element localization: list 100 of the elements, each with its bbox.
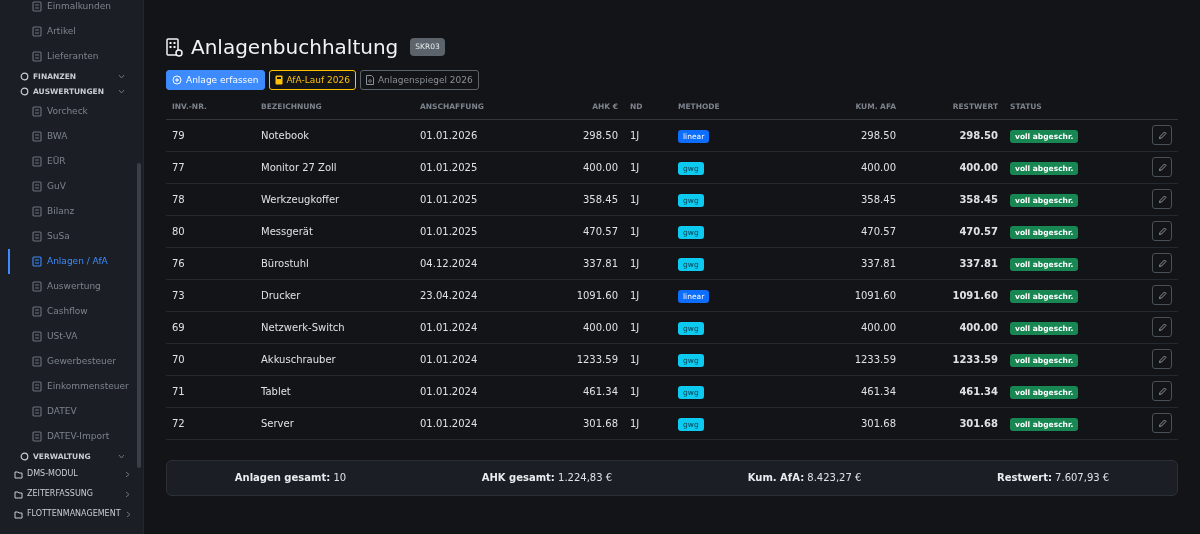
table-cell: 1J [624,151,672,183]
table-cell: Drucker [255,279,414,311]
table-cell: 298.50 [544,119,624,151]
document-icon [32,256,42,267]
table-cell: 461.34 [544,375,624,407]
pencil-icon [1157,386,1167,396]
sidebar-item[interactable]: SuSa [8,224,143,249]
toolbar-button[interactable]: Anlage erfassen [166,70,265,90]
table-cell: 470.57 [770,215,902,247]
table-cell: 470.57 [544,215,624,247]
table-cell: 400.00 [770,151,902,183]
table-cell: 301.68 [902,407,1004,439]
sidebar-item[interactable]: Einkommensteuer [8,374,143,399]
edit-button[interactable] [1152,157,1172,177]
table-cell: 01.01.2024 [414,407,544,439]
sidebar-item[interactable]: GuV [8,174,143,199]
table-cell: 400.00 [544,151,624,183]
table-cell: Messgerät [255,215,414,247]
sidebar-item[interactable]: Lieferanten [8,44,143,69]
table-cell: 358.45 [544,183,624,215]
circle-icon [20,452,29,461]
sidebar-group[interactable]: FLOTTENMANAGEMENT [0,504,143,524]
sidebar-item[interactable]: DATEV-Import [8,424,143,449]
table-cell: Notebook [255,119,414,151]
table-cell: 01.01.2026 [414,119,544,151]
document-icon [32,356,42,367]
table-cell: 01.01.2024 [414,375,544,407]
sidebar-item[interactable]: DATEV [8,399,143,424]
document-icon [32,381,42,392]
table-cell: 337.81 [902,247,1004,279]
pencil-icon [1157,418,1167,428]
chevron-icon [118,453,125,460]
table-cell: 1233.59 [902,343,1004,375]
document-icon [32,1,42,12]
edit-button[interactable] [1152,285,1172,305]
edit-button[interactable] [1152,125,1172,145]
edit-button[interactable] [1152,381,1172,401]
summary-total: AHK gesamt: 1.224,83 € [481,471,613,485]
toolbar-button[interactable]: AfA-Lauf 2026 [268,70,356,90]
sidebar-item[interactable]: USt-VA [8,324,143,349]
table-cell: 470.57 [902,215,1004,247]
pencil-icon [1157,354,1167,364]
table-cell: 358.45 [902,183,1004,215]
document-icon [32,131,42,142]
chevron-icon [124,470,131,478]
table-cell: 1091.60 [544,279,624,311]
table-cell: 1J [624,311,672,343]
table-cell: 77 [166,151,255,183]
scrollbar-thumb[interactable] [137,163,141,468]
table-cell: Netzwerk-Switch [255,311,414,343]
sidebar-item[interactable]: Bilanz [8,199,143,224]
table-cell: 01.01.2025 [414,215,544,247]
pencil-icon [1157,130,1167,140]
table-cell: 1J [624,215,672,247]
table-cell: 1J [624,343,672,375]
edit-button[interactable] [1152,221,1172,241]
sidebar-item[interactable]: Cashflow [8,299,143,324]
summary-total: Kum. AfA: 8.423,27 € [747,471,862,485]
chevron-icon [124,510,132,518]
table-cell: 1J [624,407,672,439]
plus-circle-icon [172,75,182,85]
pencil-icon [1157,258,1167,268]
edit-button[interactable] [1152,253,1172,273]
sidebar-item[interactable]: BWA [8,124,143,149]
document-icon [32,406,42,417]
table-cell: 01.01.2024 [414,311,544,343]
edit-button[interactable] [1152,413,1172,433]
edit-button[interactable] [1152,189,1172,209]
table-cell: 298.50 [902,119,1004,151]
table-cell: 1J [624,375,672,407]
building-icon [166,37,183,57]
table-cell: 400.00 [902,151,1004,183]
table-cell: 1233.59 [544,343,624,375]
document-icon [32,51,42,62]
sidebar-item[interactable]: EÜR [8,149,143,174]
table-cell: Server [255,407,414,439]
sidebar-group[interactable]: DMS-MODUL [0,464,143,484]
table-cell: 04.12.2024 [414,247,544,279]
sidebar-item[interactable]: Vorcheck [8,99,143,124]
sidebar-item[interactable]: Gewerbesteuer [8,349,143,374]
table-cell: 1091.60 [770,279,902,311]
page-title: Anlagenbuchhaltung [191,34,399,61]
sidebar-item[interactable]: Einmalkunden [8,0,143,19]
toolbar-button[interactable]: Anlagenspiegel 2026 [359,70,479,90]
table-cell: 400.00 [902,311,1004,343]
table-cell: 1J [624,247,672,279]
table-cell: 1J [624,119,672,151]
sidebar-item[interactable]: Auswertung [8,274,143,299]
edit-button[interactable] [1152,349,1172,369]
table-cell: 461.34 [770,375,902,407]
table-cell: 1091.60 [902,279,1004,311]
table-cell: 298.50 [770,119,902,151]
table-cell: Tablet [255,375,414,407]
pencil-icon [1157,290,1167,300]
table-cell: 337.81 [544,247,624,279]
sidebar-group[interactable]: ZEITERFASSUNG [0,484,143,504]
table-cell: 79 [166,119,255,151]
sidebar-item[interactable]: Artikel [8,19,143,44]
pencil-icon [1157,194,1167,204]
edit-button[interactable] [1152,317,1172,337]
